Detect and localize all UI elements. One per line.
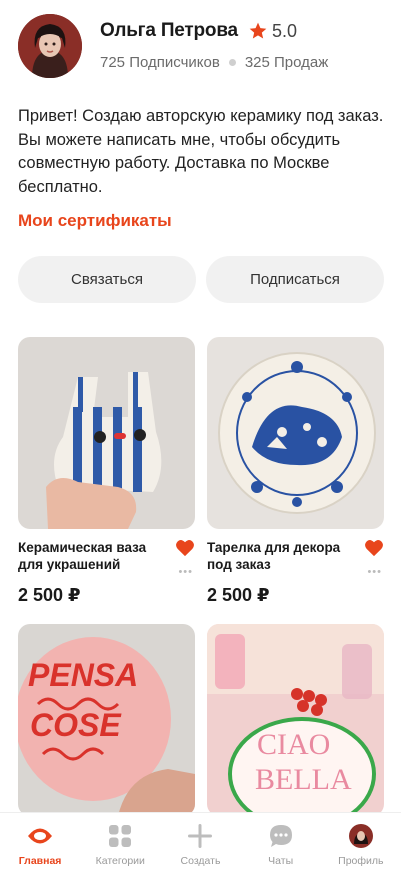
product-card[interactable]: Тарелка для декора под заказ 2 500 ₽ •••	[207, 337, 384, 606]
product-price: 2 500 ₽	[207, 585, 270, 605]
product-image-pensa-cose[interactable]: PENSA COSE	[18, 624, 195, 816]
svg-text:BELLA: BELLA	[255, 763, 352, 796]
tab-create[interactable]: Создать	[160, 823, 240, 884]
plus-icon	[188, 824, 213, 848]
profile-bio: Привет! Создаю авторскую керамику под за…	[18, 107, 384, 196]
product-image-ciao-bella[interactable]: CIAO BELLA	[207, 624, 384, 816]
tab-chats[interactable]: Чаты	[241, 823, 321, 884]
more-icon[interactable]: •••	[178, 566, 193, 578]
heart-icon[interactable]	[175, 539, 195, 557]
svg-text:CIAO: CIAO	[257, 728, 330, 761]
product-card[interactable]: PENSA COSE	[18, 624, 195, 816]
product-card[interactable]: Керамическая ваза для украшений 2 500 ₽ …	[18, 337, 195, 606]
profile-header: Ольга Петрова 5.0 725 Подписчиков 325 Пр…	[18, 14, 383, 84]
product-image-vase[interactable]	[18, 337, 195, 529]
tab-label: Профиль	[338, 855, 384, 867]
product-title[interactable]: Тарелка для декора под заказ	[207, 539, 357, 573]
bottom-tab-bar: Главная Категории Создать Чаты Профиль	[0, 812, 401, 884]
profile-avatar-icon	[348, 824, 373, 848]
product-card[interactable]: CIAO BELLA	[207, 624, 384, 816]
more-icon[interactable]: •••	[367, 566, 382, 578]
product-image-plate[interactable]	[207, 337, 384, 529]
tab-label: Создать	[180, 855, 221, 867]
tab-label: Категории	[95, 855, 145, 867]
subscribe-button[interactable]: Подписаться	[206, 256, 384, 303]
profile-name: Ольга Петрова	[100, 20, 238, 41]
followers-count[interactable]: 725 Подписчиков	[100, 54, 220, 71]
contact-button[interactable]: Связаться	[18, 256, 196, 303]
grid-icon	[109, 825, 132, 847]
tab-label: Главная	[18, 855, 62, 867]
svg-text:COSE: COSE	[30, 707, 122, 743]
heart-icon[interactable]	[364, 539, 384, 557]
star-icon	[249, 22, 267, 39]
separator-dot	[228, 59, 236, 66]
avatar[interactable]	[18, 14, 82, 78]
tab-profile[interactable]: Профиль	[321, 823, 401, 884]
svg-text:PENSA: PENSA	[28, 657, 138, 693]
tab-categories[interactable]: Категории	[80, 823, 160, 884]
chat-bubble-icon	[269, 825, 292, 847]
sales-count: 325 Продаж	[244, 54, 329, 71]
product-price: 2 500 ₽	[18, 585, 81, 605]
tab-home[interactable]: Главная	[0, 823, 80, 884]
eye-icon	[28, 828, 53, 844]
product-title[interactable]: Керамическая ваза для украшений	[18, 539, 168, 573]
tab-label: Чаты	[268, 855, 294, 867]
certificates-link[interactable]: Мои сертификаты	[18, 211, 172, 231]
rating-value: 5.0	[271, 20, 297, 41]
